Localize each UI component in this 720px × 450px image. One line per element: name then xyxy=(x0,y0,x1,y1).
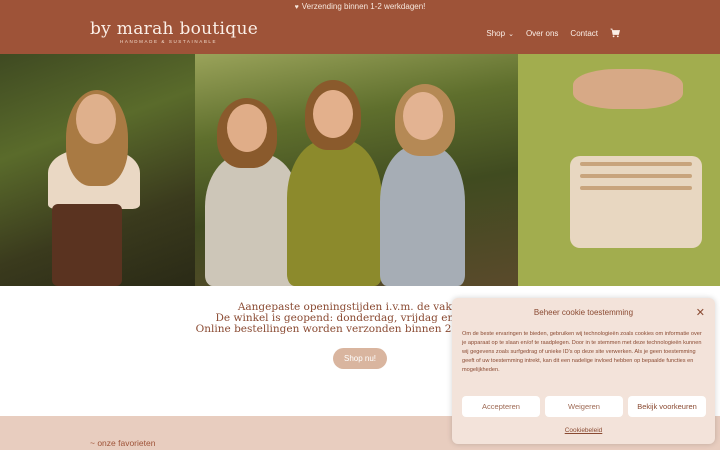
brand-tagline: HANDMADE & SUSTAINABLE xyxy=(120,39,218,44)
heart-icon: ♥ xyxy=(294,4,299,11)
close-icon[interactable]: ✕ xyxy=(696,306,705,319)
hero-photo-handbag xyxy=(518,54,720,286)
site-header: by marah boutique HANDMADE & SUSTAINABLE… xyxy=(0,14,720,54)
brand-name[interactable]: by marah boutique xyxy=(90,19,258,39)
announcement-bar: ♥ Verzending binnen 1-2 werkdagen! xyxy=(0,0,720,14)
favorites-heading: ~ onze favorieten xyxy=(90,438,156,448)
chevron-down-icon: ⌄ xyxy=(508,30,514,38)
hero-banner xyxy=(0,54,720,286)
nav-shop[interactable]: Shop ⌄ xyxy=(486,29,514,38)
brand-logo[interactable]: by marah boutique HANDMADE & SUSTAINABLE xyxy=(90,19,258,44)
cookie-policy-link[interactable]: Cookiebeleid xyxy=(452,427,715,434)
announcement-text: Verzending binnen 1-2 werkdagen! xyxy=(301,2,426,11)
cookie-description: Om de beste ervaringen te bieden, gebrui… xyxy=(462,331,702,373)
nav-contact[interactable]: Contact xyxy=(570,29,598,38)
shop-now-button[interactable]: Shop nu! xyxy=(333,348,387,369)
deny-cookies-button[interactable]: Weigeren xyxy=(545,396,623,417)
cart-icon[interactable] xyxy=(610,28,620,38)
hero-photo-three-women xyxy=(195,54,518,286)
main-nav: Shop ⌄ Over ons Contact xyxy=(486,28,620,38)
cookie-title: Beheer cookie toestemming xyxy=(533,308,634,317)
cookie-consent-panel: Beheer cookie toestemming ✕ Om de beste … xyxy=(452,298,715,444)
hero-photo-model-forest xyxy=(0,54,195,286)
nav-shop-label: Shop xyxy=(486,28,506,38)
nav-about[interactable]: Over ons xyxy=(526,29,558,38)
view-preferences-button[interactable]: Bekijk voorkeuren xyxy=(628,396,706,417)
accept-cookies-button[interactable]: Accepteren xyxy=(462,396,540,417)
